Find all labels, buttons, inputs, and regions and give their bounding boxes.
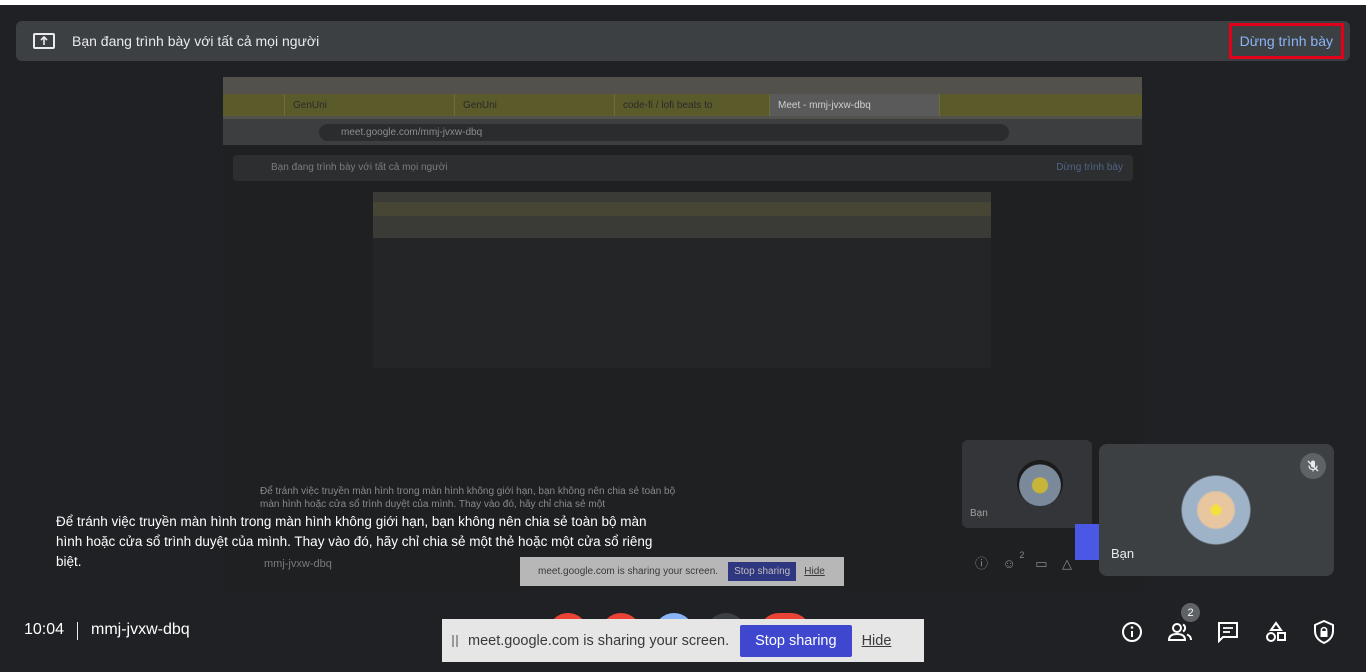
preview-badge: 2 <box>1019 550 1025 560</box>
meeting-code: mmj-jvxw-dbq <box>91 621 190 638</box>
mic-off-icon[interactable] <box>1300 453 1326 479</box>
people-icon[interactable] <box>1167 619 1193 645</box>
presentation-banner: Bạn đang trình bày với tất cả mọi người … <box>16 21 1350 61</box>
preview-self-name: Bạn <box>970 508 988 519</box>
preview-self-tile: Bạn <box>962 440 1092 528</box>
preview-toolbar-icons: ⓘ ☺ 2 ▭ △ <box>975 550 1072 572</box>
tile-highlight-edge <box>1075 524 1099 560</box>
clock: 10:04 <box>24 621 65 638</box>
presentation-message: Bạn đang trình bày với tất cả mọi người <box>72 33 320 49</box>
preview-activities-icon: △ <box>1061 556 1072 571</box>
drag-handle[interactable] <box>452 634 458 647</box>
preview-tab: code-fi / lofi beats to <box>615 94 770 116</box>
sharing-message: meet.google.com is sharing your screen. <box>468 632 730 649</box>
preview-caption: Để tránh việc truyền màn hình trong màn … <box>260 486 676 510</box>
preview-tab-active: Meet - mmj-jvxw-dbq <box>770 94 940 116</box>
preview-stop-presenting: Dừng trình bày <box>1056 162 1123 173</box>
preview-info-icon: ⓘ <box>975 556 989 571</box>
preview-tab-strip: GenUni GenUni code-fi / lofi beats to Me… <box>223 94 1142 116</box>
present-to-all-icon <box>33 33 55 49</box>
preview-hide: Hide <box>804 566 825 577</box>
divider <box>77 622 78 640</box>
preview-chat-icon: ▭ <box>1035 556 1048 571</box>
chat-icon[interactable] <box>1215 619 1241 645</box>
stop-sharing-button[interactable]: Stop sharing <box>740 624 852 657</box>
stop-presenting-button[interactable]: Dừng trình bày <box>1228 23 1344 59</box>
screen-sharing-notice: meet.google.com is sharing your screen. … <box>442 619 924 662</box>
top-strip <box>0 0 1366 5</box>
info-icon[interactable] <box>1119 619 1145 645</box>
host-controls-icon[interactable] <box>1311 619 1337 645</box>
preview-stop-sharing: Stop sharing <box>728 562 797 581</box>
preview-tab: GenUni <box>285 94 455 116</box>
activities-icon[interactable] <box>1263 619 1289 645</box>
preview-avatar <box>1017 460 1063 506</box>
preview-nested-screen <box>373 192 991 238</box>
preview-url: meet.google.com/mmj-jvxw-dbq <box>319 124 1009 141</box>
preview-tab: GenUni <box>455 94 615 116</box>
preview-people-icon: ☺ <box>1002 556 1016 571</box>
preview-presentation-banner: Bạn đang trình bày với tất cả mọi người … <box>233 155 1133 181</box>
self-name-label: Bạn <box>1111 546 1135 561</box>
self-video-tile[interactable]: Bạn <box>1099 444 1334 576</box>
preview-address-bar: meet.google.com/mmj-jvxw-dbq <box>223 119 1142 145</box>
hide-link[interactable]: Hide <box>862 633 892 649</box>
screen-share-warning: Để tránh việc truyền màn hình trong màn … <box>56 514 653 569</box>
preview-nested-body <box>373 238 991 368</box>
preview-presentation-message: Bạn đang trình bày với tất cả mọi người <box>271 162 448 173</box>
avatar <box>1181 475 1251 545</box>
preview-tab <box>223 94 285 116</box>
